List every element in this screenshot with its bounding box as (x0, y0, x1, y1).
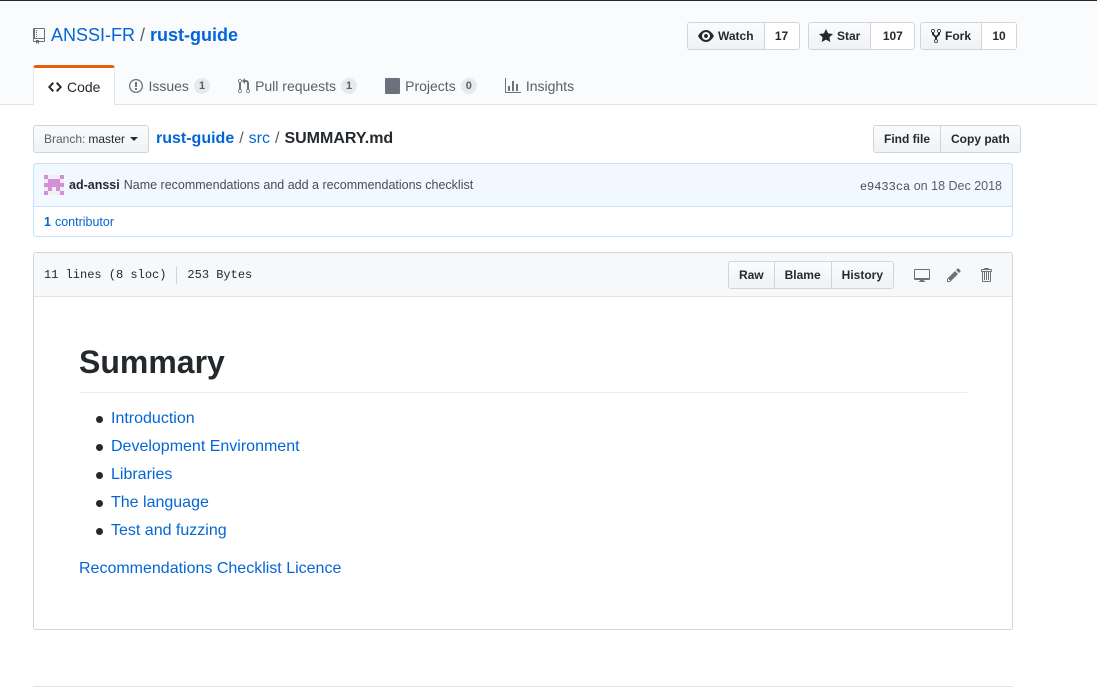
summary-link-language[interactable]: The language (111, 493, 209, 513)
tab-issues[interactable]: Issues 1 (115, 65, 224, 106)
list-item: Introduction (95, 409, 967, 429)
list-item: Test and fuzzing (95, 521, 967, 541)
fork-label: Fork (945, 29, 972, 43)
tab-projects[interactable]: Projects 0 (371, 65, 491, 106)
summary-link-test-fuzzing[interactable]: Test and fuzzing (111, 521, 227, 541)
tab-code[interactable]: Code (33, 65, 116, 106)
contributors-count: 1 (44, 214, 51, 229)
fork-count[interactable]: 10 (982, 23, 1017, 49)
commit-author-link[interactable]: ad-anssi (69, 178, 120, 192)
tab-code-label: Code (67, 78, 101, 95)
pencil-icon[interactable] (946, 267, 962, 283)
repo-header: ANSSI-FR / rust-guide Watch 17 Star 107 … (0, 1, 1097, 106)
code-icon (48, 81, 62, 92)
repo-nav-tabs: Code Issues 1 Pull requests 1 Projects 0… (33, 65, 588, 106)
blame-button[interactable]: Blame (773, 262, 831, 288)
graph-icon (504, 77, 521, 93)
star-count[interactable]: 107 (871, 23, 915, 49)
tab-insights-label: Insights (525, 77, 575, 94)
tab-pull-requests-label: Pull requests (255, 77, 336, 94)
file-navigation-buttons: Find file Copy path (873, 125, 1021, 153)
breadcrumb-separator: / (239, 130, 244, 147)
tab-pull-requests[interactable]: Pull requests 1 (224, 65, 371, 106)
commit-meta: e9433ca on 18 Dec 2018 (860, 179, 1002, 194)
desktop-icon[interactable] (914, 267, 930, 283)
summary-list: Introduction Development Environment Lib… (79, 409, 967, 541)
breadcrumb-separator: / (275, 130, 280, 147)
summary-link-introduction[interactable]: Introduction (111, 409, 195, 429)
file-lines: 11 lines (8 sloc) (44, 267, 167, 282)
breadcrumb-root-link[interactable]: rust-guide (156, 130, 234, 148)
file-info-divider (176, 265, 178, 284)
bullet-icon (96, 443, 103, 451)
contributors-label: contributor (54, 214, 115, 229)
raw-button[interactable]: Raw (728, 262, 774, 288)
pull-request-icon (238, 77, 251, 93)
caret-down-icon (130, 137, 139, 141)
watch-count[interactable]: 17 (764, 23, 799, 49)
star-button[interactable]: Star (809, 23, 872, 49)
commit-date: on 18 Dec 2018 (913, 179, 1002, 193)
bullet-icon (96, 527, 103, 535)
watch-label: Watch (718, 29, 754, 43)
fork-icon (931, 28, 941, 44)
summary-heading: Summary (79, 342, 967, 393)
watch-button[interactable]: Watch (688, 23, 765, 49)
repo-owner-link[interactable]: ANSSI-FR (51, 25, 135, 46)
list-item: Development Environment (95, 437, 967, 457)
markdown-body: Summary Introduction Development Environ… (34, 297, 1012, 581)
bullet-icon (96, 415, 103, 423)
bullet-icon (96, 499, 103, 507)
breadcrumb: rust-guide / src / SUMMARY.md (156, 130, 393, 148)
bullet-icon (96, 471, 103, 479)
summary-link-libraries[interactable]: Libraries (111, 465, 172, 485)
commit-tease: ad-anssi Name recommendations and add a … (33, 163, 1013, 207)
branch-select-button[interactable]: Branch: master (33, 125, 150, 153)
breadcrumb-file-name: SUMMARY.md (284, 130, 394, 147)
branch-prefix: Branch: (44, 132, 86, 146)
commit-message-link[interactable]: Name recommendations and add a recommend… (124, 178, 473, 192)
star-label: Star (837, 29, 861, 43)
copy-path-button[interactable]: Copy path (940, 126, 1020, 152)
history-button[interactable]: History (830, 262, 893, 288)
repo-icon (33, 27, 45, 44)
trash-icon[interactable] (978, 267, 994, 283)
fork-group: Fork 10 (920, 22, 1018, 50)
tab-issues-label: Issues (148, 77, 189, 94)
eye-icon (698, 30, 714, 42)
breadcrumb-dir-link[interactable]: src (249, 130, 270, 148)
list-item: Libraries (95, 465, 967, 485)
issues-counter: 1 (193, 77, 211, 94)
footer-divider (33, 686, 1013, 687)
list-item: The language (95, 493, 967, 513)
avatar[interactable] (44, 175, 64, 195)
find-file-button[interactable]: Find file (874, 126, 940, 152)
star-icon (819, 29, 833, 42)
commit-sha-link[interactable]: e9433ca (860, 180, 910, 194)
contributors-link[interactable]: 1 contributor (44, 215, 114, 229)
repo-name-link[interactable]: rust-guide (150, 25, 238, 46)
fork-button[interactable]: Fork (921, 23, 983, 49)
tab-insights[interactable]: Insights (491, 65, 588, 106)
file-box: 11 lines (8 sloc) 253 Bytes Raw Blame Hi… (33, 252, 1013, 630)
pull-requests-counter: 1 (341, 77, 358, 94)
branch-name: master (88, 132, 126, 146)
file-header: 11 lines (8 sloc) 253 Bytes Raw Blame Hi… (34, 253, 1012, 297)
issue-icon (129, 78, 144, 93)
watch-group: Watch 17 (687, 22, 800, 50)
contributors-bar: 1 contributor (33, 206, 1013, 237)
file-actions: Raw Blame History (727, 261, 1002, 289)
projects-counter: 0 (460, 77, 477, 94)
summary-link-development-environment[interactable]: Development Environment (111, 437, 300, 457)
footer-paragraph: Recommendations Checklist Licence (79, 557, 967, 581)
file-size: 253 Bytes (187, 267, 253, 282)
repo-separator: / (140, 25, 146, 45)
repo-title: ANSSI-FR / rust-guide (33, 25, 238, 46)
checklist-licence-link[interactable]: Recommendations Checklist Licence (79, 560, 341, 577)
project-icon (385, 77, 401, 94)
star-group: Star 107 (808, 22, 916, 50)
tab-projects-label: Projects (405, 77, 456, 94)
